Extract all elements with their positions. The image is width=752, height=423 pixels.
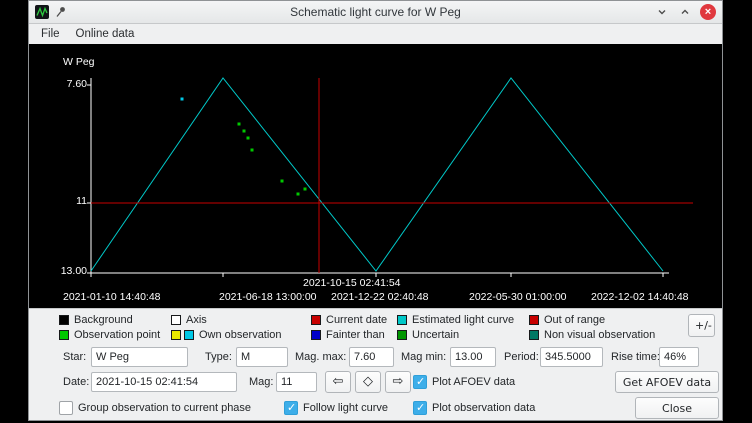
estimated-light-curve-label: Estimated light curve <box>412 314 514 326</box>
chevron-up-icon <box>679 6 691 18</box>
x-tick-label-2: 2021-12-22 02:40:48 <box>331 291 429 303</box>
step-back-button[interactable]: ⇦ <box>325 371 351 393</box>
menubar: File Online data <box>29 24 722 44</box>
date-label: Date: <box>63 372 89 392</box>
maximize-button[interactable] <box>677 4 693 20</box>
non-visual-observation-swatch <box>529 330 539 340</box>
background-swatch <box>59 315 69 325</box>
close-dialog-button[interactable]: Close <box>635 397 719 419</box>
close-button[interactable]: × <box>700 4 716 20</box>
app-window: Schematic light curve for W Peg × File O… <box>28 0 723 421</box>
estimated-light-curve-swatch <box>397 315 407 325</box>
plot-observation-label: Plot observation data <box>432 398 535 418</box>
rise-time-label: Rise time: <box>611 347 660 367</box>
chevron-down-icon <box>656 6 668 18</box>
mag-max-input[interactable] <box>349 347 394 367</box>
uncertain-swatch <box>397 330 407 340</box>
legend-item-uncertain: Uncertain <box>397 329 529 341</box>
observation-point-label: Observation point <box>74 329 160 341</box>
axis-label: Axis <box>186 314 207 326</box>
plot-observation-checkbox[interactable] <box>413 401 427 415</box>
axis-swatch <box>171 315 181 325</box>
type-input[interactable] <box>236 347 288 367</box>
observation-point <box>297 193 300 196</box>
get-afoev-data-button[interactable]: Get AFOEV data <box>615 371 719 393</box>
observation-point <box>247 137 250 140</box>
observation-point <box>304 188 307 191</box>
fainter-than-swatch <box>311 330 321 340</box>
group-phase-label: Group observation to current phase <box>78 398 251 418</box>
period-input[interactable] <box>540 347 603 367</box>
plot-afoev-label: Plot AFOEV data <box>432 372 515 392</box>
star-label: Star: <box>63 347 86 367</box>
group-phase-checkbox[interactable] <box>59 401 73 415</box>
date-input[interactable] <box>91 372 237 392</box>
mag-label: Mag: <box>249 372 273 392</box>
own-observation-swatch <box>171 330 181 340</box>
observation-point <box>251 149 254 152</box>
fainter-than-label: Fainter than <box>326 329 385 341</box>
minimize-button[interactable] <box>654 4 670 20</box>
own-observation-label: Own observation <box>199 329 282 341</box>
mag-input[interactable] <box>276 372 317 392</box>
follow-curve-checkbox[interactable] <box>284 401 298 415</box>
star-input[interactable] <box>91 347 188 367</box>
x-tick-label-4: 2022-12-02 14:40:48 <box>591 291 689 303</box>
window-title: Schematic light curve for W Peg <box>29 5 722 19</box>
period-label: Period: <box>504 347 539 367</box>
mag-max-label: Mag. max: <box>295 347 346 367</box>
own-observation-swatch <box>184 330 194 340</box>
own-observation-point <box>181 98 184 101</box>
legend-item-background: Background <box>59 314 171 326</box>
titlebar[interactable]: Schematic light curve for W Peg × <box>29 1 722 24</box>
legend-item-observation-point: Observation point <box>59 329 171 341</box>
menu-online-data[interactable]: Online data <box>68 26 143 42</box>
legend-item-axis: Axis <box>171 314 311 326</box>
current-date-label: Current date <box>326 314 387 326</box>
non-visual-observation-label: Non visual observation <box>544 329 655 341</box>
background-label: Background <box>74 314 133 326</box>
plot-star-label: W Peg <box>63 56 95 68</box>
y-tick-min: 13.00 <box>49 265 87 277</box>
uncertain-label: Uncertain <box>412 329 459 341</box>
app-icon <box>35 5 49 19</box>
control-panel: Star: Type: Mag. max: Mag min: Period: R… <box>29 343 722 420</box>
estimated-light-curve-line <box>91 78 663 271</box>
y-tick-current: 11 <box>49 195 87 207</box>
observation-point <box>243 130 246 133</box>
x-tick-label-1: 2021-06-18 13:00:00 <box>219 291 317 303</box>
rise-time-input[interactable] <box>659 347 699 367</box>
type-label: Type: <box>205 347 232 367</box>
current-date-swatch <box>311 315 321 325</box>
follow-curve-label: Follow light curve <box>303 398 388 418</box>
current-date-plot-label: 2021-10-15 02:41:54 <box>303 277 401 289</box>
step-forward-button[interactable]: ⇨ <box>385 371 411 393</box>
close-icon: × <box>705 7 711 18</box>
light-curve-plot[interactable]: W Peg 7.60 11 13.00 2021-10-15 02:41:54 … <box>29 44 722 308</box>
plot-canvas <box>29 44 722 308</box>
legend-item-own-observation: Own observation <box>171 329 311 341</box>
observation-point-swatch <box>59 330 69 340</box>
mag-min-input[interactable] <box>450 347 496 367</box>
out-of-range-swatch <box>529 315 539 325</box>
legend: Background Axis Current date Estimated ligh… <box>29 308 722 343</box>
menu-file[interactable]: File <box>33 26 68 42</box>
mag-min-label: Mag min: <box>401 347 446 367</box>
step-current-button[interactable]: ◇ <box>355 371 381 393</box>
out-of-range-label: Out of range <box>544 314 605 326</box>
pin-icon[interactable] <box>55 6 67 18</box>
legend-item-current-date: Current date <box>311 314 397 326</box>
observation-point <box>238 123 241 126</box>
observation-point <box>281 180 284 183</box>
plot-afoev-checkbox[interactable] <box>413 375 427 389</box>
legend-item-estimated-light-curve: Estimated light curve <box>397 314 529 326</box>
x-tick-label-0: 2021-01-10 14:40:48 <box>63 291 161 303</box>
legend-item-fainter-than: Fainter than <box>311 329 397 341</box>
plus-minus-button[interactable]: +/- <box>688 314 715 337</box>
y-tick-max: 7.60 <box>49 78 87 90</box>
x-tick-label-3: 2022-05-30 01:00:00 <box>469 291 567 303</box>
